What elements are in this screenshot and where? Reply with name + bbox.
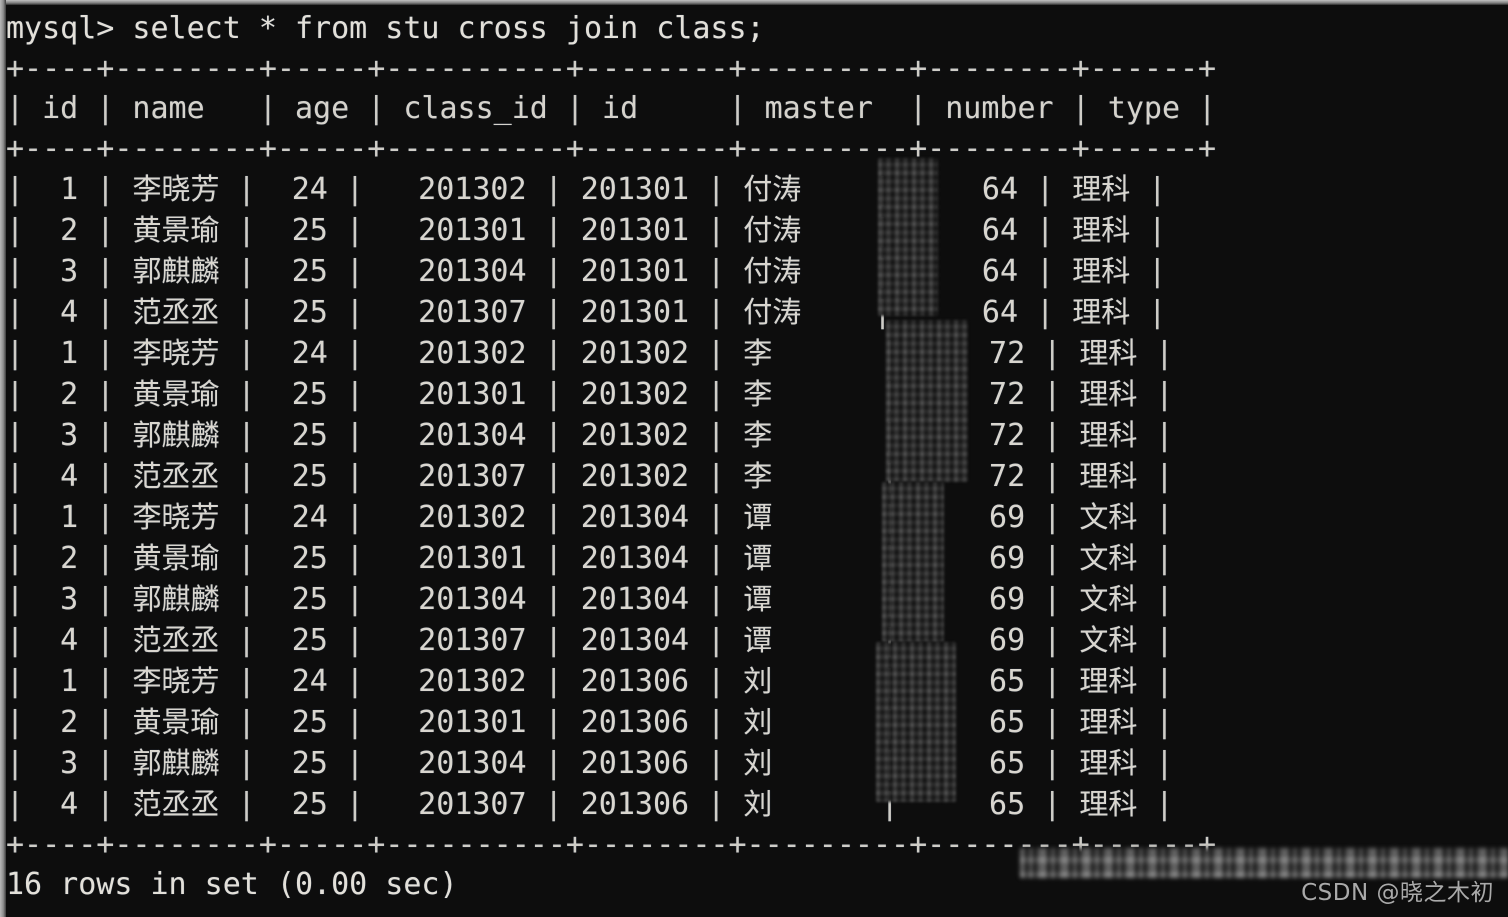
- terminal-screenshot: mysql> select * from stu cross join clas…: [0, 0, 1508, 917]
- terminal-console[interactable]: mysql> select * from stu cross join clas…: [6, 5, 1508, 917]
- csdn-watermark: CSDN @晓之木初: [1301, 880, 1494, 906]
- terminal-output: mysql> select * from stu cross join clas…: [6, 11, 1217, 902]
